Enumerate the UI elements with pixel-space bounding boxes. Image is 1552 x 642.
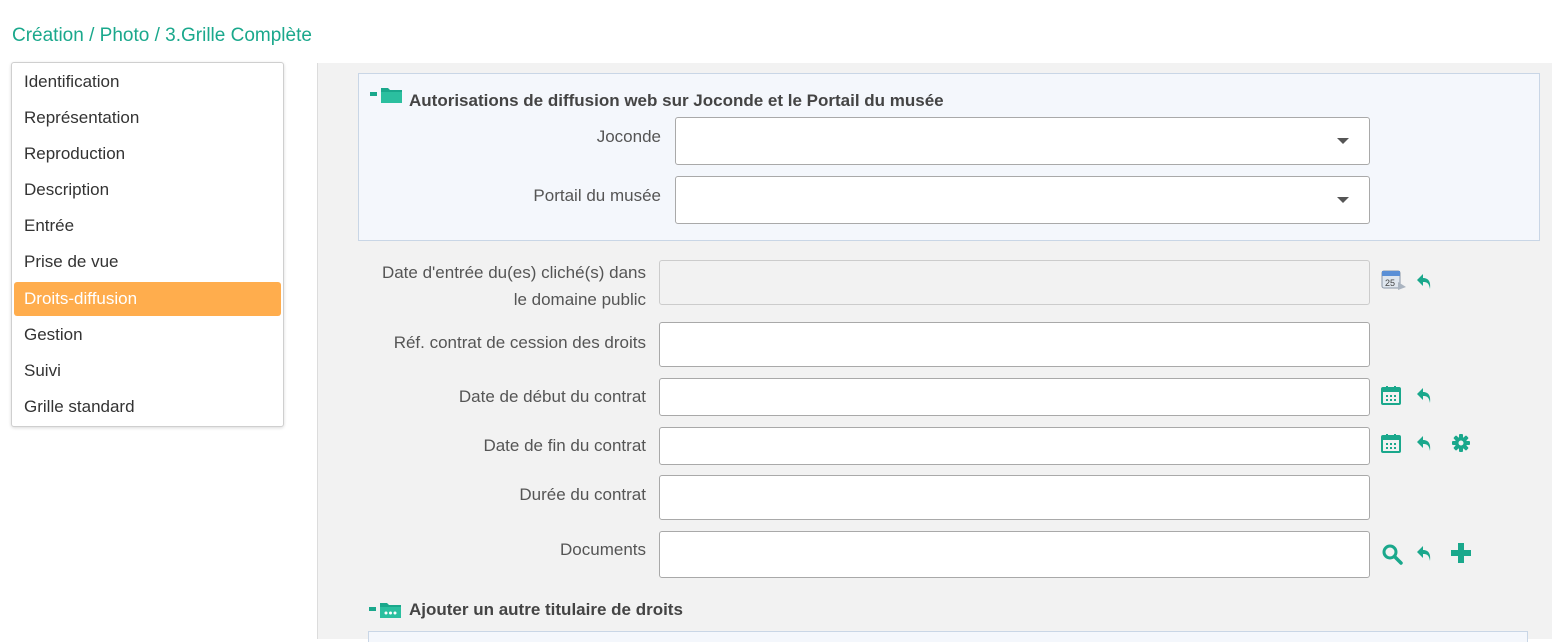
svg-text:25: 25 — [1385, 278, 1395, 288]
sidebar-item-reproduction[interactable]: Reproduction — [14, 137, 281, 171]
sidebar-item-prise-de-vue[interactable]: Prise de vue — [14, 245, 281, 279]
folder-icon[interactable] — [369, 86, 403, 104]
section-titulaire-title: Ajouter un autre titulaire de droits — [409, 600, 683, 619]
duree-input[interactable] — [659, 475, 1370, 520]
calendar-icon[interactable] — [1381, 433, 1401, 453]
sidebar-item-description[interactable]: Description — [14, 173, 281, 207]
documents-label: Documents — [560, 540, 646, 559]
undo-icon[interactable] — [1415, 271, 1435, 291]
documents-input[interactable] — [659, 531, 1370, 578]
portail-label: Portail du musée — [533, 186, 661, 205]
duree-label: Durée du contrat — [519, 485, 646, 504]
sidebar-item-representation[interactable]: Représentation — [14, 101, 281, 135]
chevron-down-icon — [1337, 138, 1349, 144]
main-panel: Autorisations de diffusion web sur Jocon… — [317, 63, 1552, 642]
folder-dots-icon[interactable] — [368, 601, 402, 619]
chevron-down-icon — [1337, 197, 1349, 203]
search-icon[interactable] — [1381, 543, 1403, 565]
sidebar-item-gestion[interactable]: Gestion — [14, 318, 281, 352]
portail-select[interactable] — [675, 176, 1370, 224]
plus-icon[interactable] — [1450, 542, 1472, 564]
date-fin-input[interactable] — [659, 427, 1370, 465]
sidebar-item-droits-diffusion[interactable]: Droits-diffusion — [14, 282, 281, 316]
calendar-icon[interactable] — [1381, 385, 1401, 405]
date-entree-input — [659, 260, 1370, 305]
section-web-diffusion: Autorisations de diffusion web sur Jocon… — [358, 73, 1540, 241]
sidebar-item-identification[interactable]: Identification — [14, 65, 281, 99]
date-debut-input[interactable] — [659, 378, 1370, 416]
breadcrumb: Création / Photo / 3.Grille Complète — [12, 25, 312, 46]
sidebar: Identification Représentation Reproducti… — [11, 62, 284, 427]
date-entree-label-line1: Date d'entrée du(es) cliché(s) dans — [381, 263, 646, 282]
date-fin-label: Date de fin du contrat — [483, 436, 646, 455]
sidebar-item-grille-standard[interactable]: Grille standard — [14, 390, 281, 424]
section-title: Autorisations de diffusion web sur Jocon… — [409, 91, 944, 110]
date-entree-label-line2: le domaine public — [513, 290, 646, 309]
sidebar-item-suivi[interactable]: Suivi — [14, 354, 281, 388]
undo-icon[interactable] — [1415, 433, 1435, 453]
undo-icon[interactable] — [1415, 543, 1435, 563]
ref-contrat-input[interactable] — [659, 322, 1370, 367]
ref-contrat-label: Réf. contrat de cession des droits — [393, 333, 646, 352]
date-debut-label: Date de début du contrat — [458, 387, 646, 406]
sidebar-item-entree[interactable]: Entrée — [14, 209, 281, 243]
section-titulaire-box — [368, 631, 1528, 642]
gear-icon[interactable] — [1451, 433, 1471, 453]
joconde-select[interactable] — [675, 117, 1370, 165]
calendar-25-icon[interactable]: 25 — [1380, 268, 1408, 292]
undo-icon[interactable] — [1415, 385, 1435, 405]
joconde-label: Joconde — [596, 127, 661, 146]
